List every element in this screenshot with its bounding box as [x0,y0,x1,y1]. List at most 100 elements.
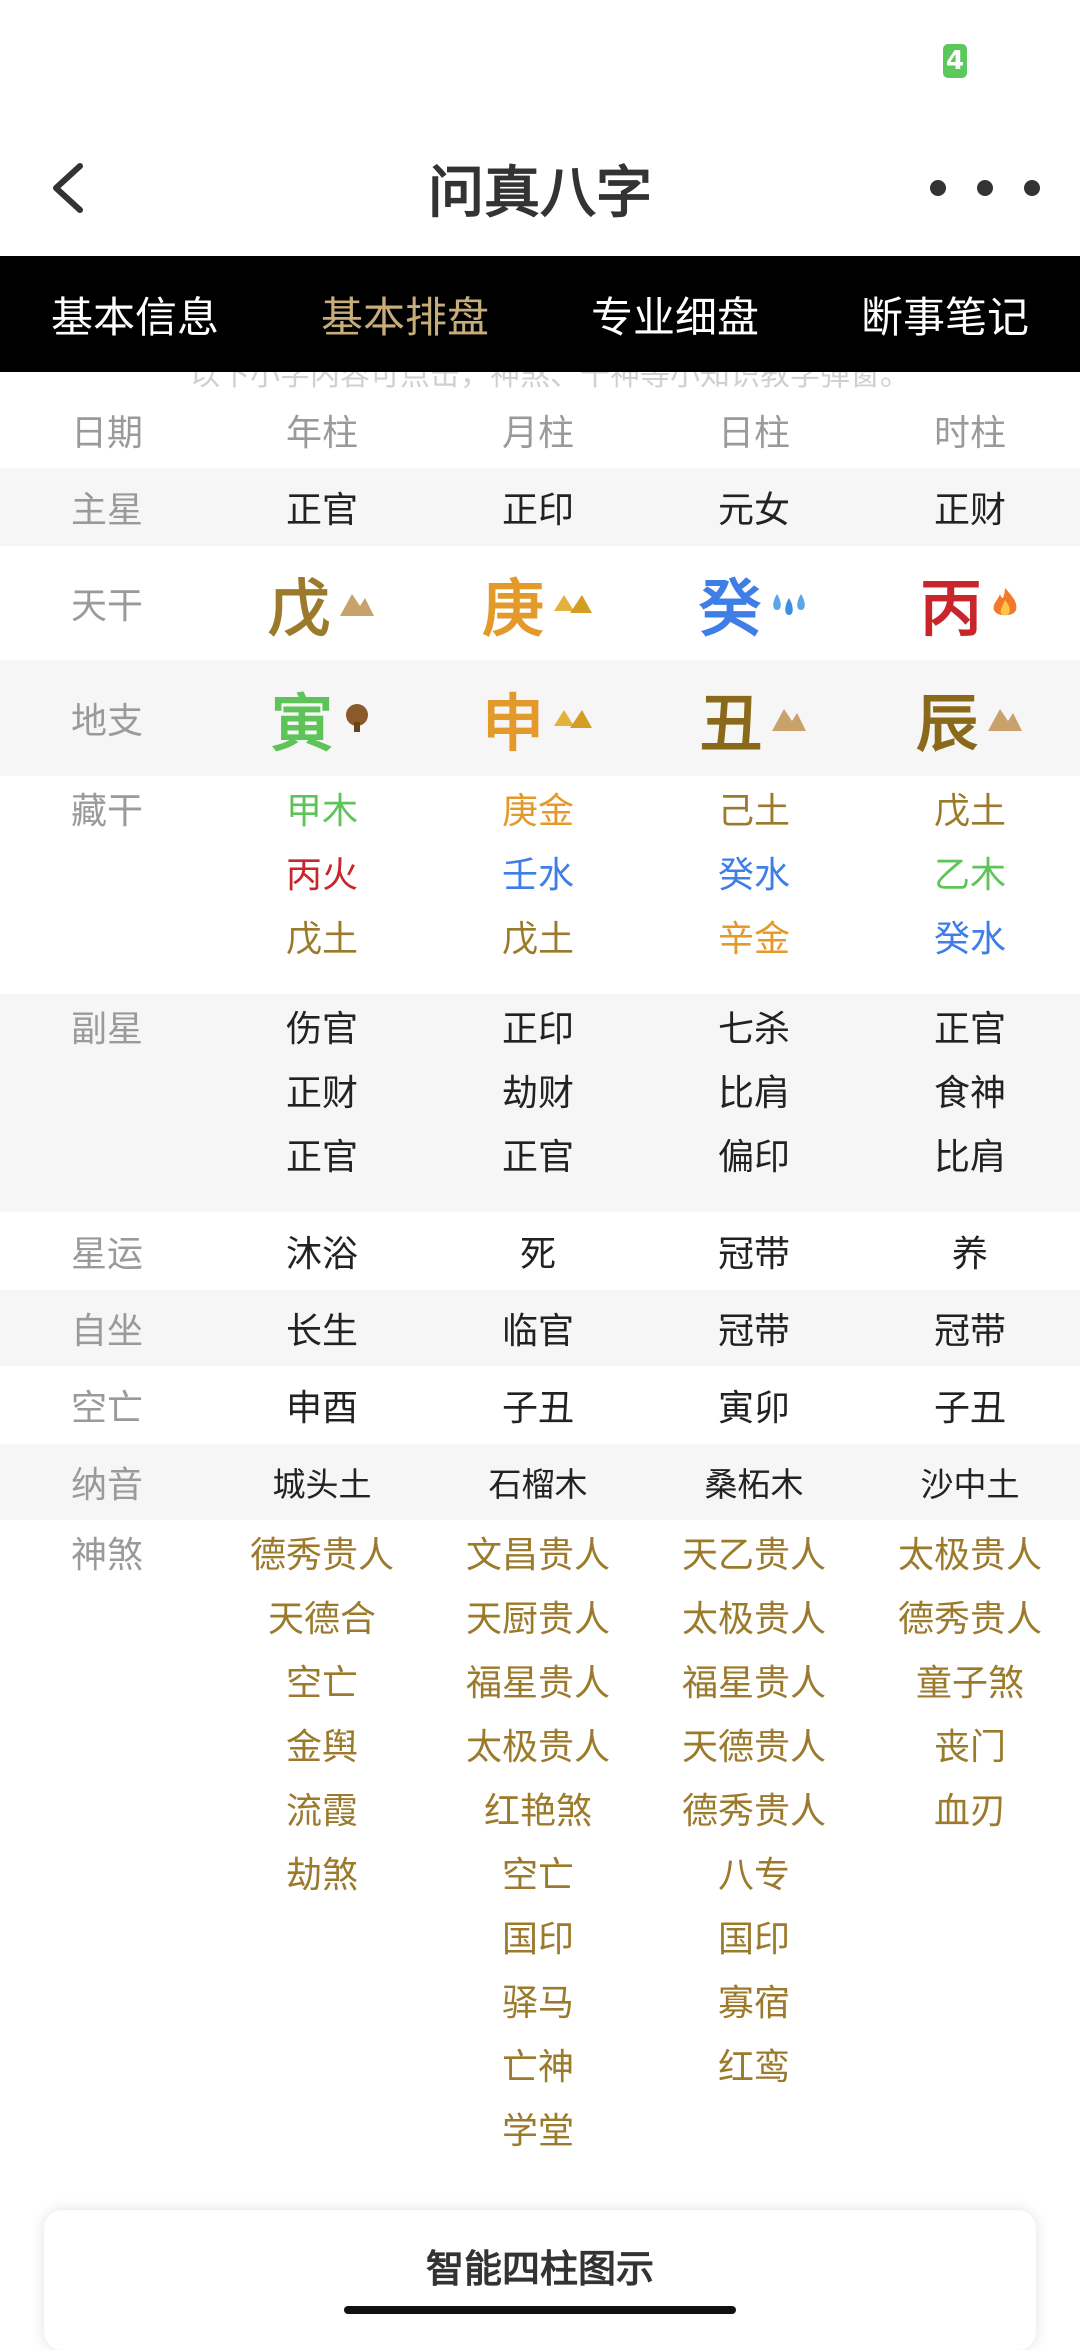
more-dot-icon [977,180,993,196]
shensha-item[interactable]: 天乙贵人 [646,1524,862,1588]
void-cell[interactable]: 寅卯 [646,1379,862,1431]
hidden-stem[interactable]: 辛金 [646,908,862,972]
hidden-stem[interactable]: 己土 [646,780,862,844]
shensha-item[interactable]: 空亡 [430,1844,646,1908]
tab-basic-chart[interactable]: 基本排盘 [270,284,540,345]
stem-cell[interactable]: 癸 [646,558,862,648]
main-star-cell[interactable]: 正印 [430,481,646,533]
shensha-item[interactable]: 血刃 [862,1780,1078,1844]
shensha-item[interactable]: 德秀贵人 [214,1524,430,1588]
sub-star[interactable]: 正官 [214,1126,430,1190]
hidden-stem[interactable]: 甲木 [214,780,430,844]
shensha-item[interactable]: 红鸾 [646,2036,862,2100]
shensha-item[interactable]: 天厨贵人 [430,1588,646,1652]
shensha-item[interactable]: 寡宿 [646,1972,862,2036]
shensha-item[interactable]: 太极贵人 [646,1588,862,1652]
branch-char: 申 [481,687,544,760]
row-label: 空亡 [70,1388,143,1429]
nayin-cell[interactable]: 桑柘木 [646,1458,862,1506]
shensha-item[interactable]: 天德合 [214,1588,430,1652]
branch-char: 丑 [699,687,762,760]
shensha-item[interactable]: 红艳煞 [430,1780,646,1844]
shensha-item[interactable]: 童子煞 [862,1652,1078,1716]
shensha-item[interactable]: 福星贵人 [430,1652,646,1716]
shensha-item[interactable]: 文昌贵人 [430,1524,646,1588]
shensha-item[interactable]: 流霞 [214,1780,430,1844]
stem-cell[interactable]: 丙 [862,558,1078,648]
void-cell[interactable]: 申酉 [214,1379,430,1431]
branch-cell[interactable]: 辰 [862,673,1078,763]
sub-star[interactable]: 劫财 [430,1062,646,1126]
hidden-stem[interactable]: 乙木 [862,844,1078,908]
shensha-item[interactable]: 空亡 [214,1652,430,1716]
star-luck-cell[interactable]: 沐浴 [214,1225,430,1277]
shensha-item[interactable]: 德秀贵人 [646,1780,862,1844]
hidden-stem[interactable]: 癸水 [646,844,862,908]
main-star-cell[interactable]: 正官 [214,481,430,533]
sub-star[interactable]: 食神 [862,1062,1078,1126]
shensha-item[interactable]: 德秀贵人 [862,1588,1078,1652]
shensha-item[interactable]: 天德贵人 [646,1716,862,1780]
stem-cell[interactable]: 庚 [430,558,646,648]
void-cell[interactable]: 子丑 [430,1379,646,1431]
metal-gold-icon [554,595,592,613]
shensha-item[interactable]: 国印 [430,1908,646,1972]
nayin-cell[interactable]: 城头土 [214,1458,430,1506]
hidden-stem[interactable]: 庚金 [430,780,646,844]
sub-star[interactable]: 正印 [430,998,646,1062]
shensha-item[interactable]: 驿马 [430,1972,646,2036]
self-seat-cell[interactable]: 冠带 [862,1302,1078,1354]
shensha-item[interactable]: 八专 [646,1844,862,1908]
main-star-cell[interactable]: 元女 [646,481,862,533]
notice-text[interactable]: 以下小字内容可点击，神煞、十神等小知识教学弹窗。 [190,372,910,392]
shensha-item[interactable]: 国印 [646,1908,862,1972]
hidden-stem[interactable]: 戊土 [214,908,430,972]
stem-char: 戊 [267,572,330,645]
sub-star[interactable]: 伤官 [214,998,430,1062]
self-seat-cell[interactable]: 冠带 [646,1302,862,1354]
shensha-item[interactable]: 金舆 [214,1716,430,1780]
sub-star[interactable]: 比肩 [646,1062,862,1126]
sub-star[interactable]: 正官 [862,998,1078,1062]
sub-star[interactable]: 七杀 [646,998,862,1062]
branch-cell[interactable]: 丑 [646,673,862,763]
hidden-stem[interactable]: 戊土 [862,780,1078,844]
four-pillars-diagram-card[interactable]: 智能四柱图示 [44,2210,1036,2350]
sub-star[interactable]: 偏印 [646,1126,862,1190]
star-luck-cell[interactable]: 死 [430,1225,646,1277]
shensha-item[interactable]: 太极贵人 [862,1524,1078,1588]
sub-star[interactable]: 正财 [214,1062,430,1126]
home-indicator [344,2306,736,2314]
branch-cell[interactable]: 寅 [214,673,430,763]
stem-cell[interactable]: 戊 [214,558,430,648]
main-star-cell[interactable]: 正财 [862,481,1078,533]
shensha-item[interactable]: 福星贵人 [646,1652,862,1716]
nayin-cell[interactable]: 沙中土 [862,1458,1078,1506]
row-shensha: 神煞 德秀贵人 天德合 空亡 金舆 流霞 劫煞 文昌贵人 天厨贵人 福星贵人 太… [0,1520,1080,2164]
shensha-item[interactable]: 学堂 [430,2100,646,2164]
shensha-item[interactable]: 亡神 [430,2036,646,2100]
sub-stars-cell: 正官 食神 比肩 [862,998,1078,1190]
tab-notes[interactable]: 断事笔记 [810,284,1080,345]
self-seat-cell[interactable]: 长生 [214,1302,430,1354]
row-heavenly-stems: 天干 戊 庚 癸 丙 [0,546,1080,660]
sub-star[interactable]: 正官 [430,1126,646,1190]
void-cell[interactable]: 子丑 [862,1379,1078,1431]
row-nayin: 纳音 城头土 石榴木 桑柘木 沙中土 [0,1444,1080,1520]
star-luck-cell[interactable]: 养 [862,1225,1078,1277]
shensha-item[interactable]: 丧门 [862,1716,1078,1780]
hidden-stem[interactable]: 壬水 [430,844,646,908]
hidden-stem[interactable]: 癸水 [862,908,1078,972]
branch-cell[interactable]: 申 [430,673,646,763]
shensha-item[interactable]: 劫煞 [214,1844,430,1908]
hidden-stem[interactable]: 丙火 [214,844,430,908]
shensha-item[interactable]: 太极贵人 [430,1716,646,1780]
hidden-stem[interactable]: 戊土 [430,908,646,972]
sub-star[interactable]: 比肩 [862,1126,1078,1190]
star-luck-cell[interactable]: 冠带 [646,1225,862,1277]
nayin-cell[interactable]: 石榴木 [430,1458,646,1506]
tab-basic-info[interactable]: 基本信息 [0,284,270,345]
more-button[interactable] [930,168,1040,208]
self-seat-cell[interactable]: 临官 [430,1302,646,1354]
tab-pro-chart[interactable]: 专业细盘 [540,284,810,345]
